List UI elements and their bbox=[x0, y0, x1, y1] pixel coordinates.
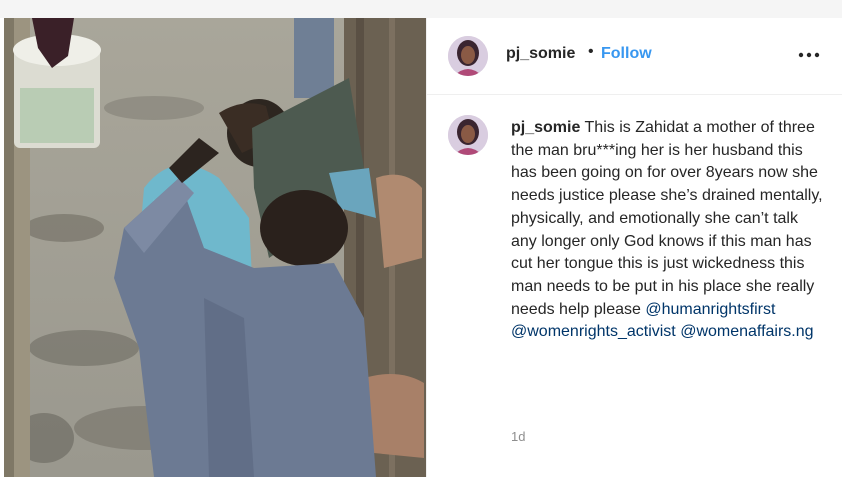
post-image[interactable] bbox=[4, 18, 426, 477]
mention-link[interactable]: @womenrights_activist bbox=[511, 323, 676, 340]
profile-photo-icon bbox=[448, 115, 488, 155]
post-photo bbox=[4, 18, 426, 477]
avatar[interactable] bbox=[448, 36, 488, 76]
browser-top-strip bbox=[0, 0, 842, 19]
post-caption: pj_somie This is Zahidat a mother of thr… bbox=[511, 117, 823, 344]
mention-link[interactable]: @humanrightsfirst bbox=[645, 301, 775, 318]
post-side-panel: pj_somie • Follow pj_somie This is Zahid… bbox=[426, 18, 842, 477]
more-options-icon[interactable] bbox=[796, 44, 822, 66]
mention-link[interactable]: @womenaffairs.ng bbox=[680, 323, 813, 340]
caption-username-link[interactable]: pj_somie bbox=[511, 119, 580, 136]
instagram-post: pj_somie • Follow pj_somie This is Zahid… bbox=[0, 18, 842, 477]
username-link[interactable]: pj_somie bbox=[506, 45, 575, 63]
separator-dot: • bbox=[588, 43, 594, 60]
post-timestamp[interactable]: 1d bbox=[511, 429, 525, 444]
follow-button[interactable]: Follow bbox=[601, 45, 652, 63]
profile-photo-icon bbox=[448, 36, 488, 76]
post-header: pj_somie • Follow bbox=[427, 18, 842, 95]
caption-text: This is Zahidat a mother of three the ma… bbox=[511, 119, 823, 318]
caption-avatar[interactable] bbox=[448, 115, 488, 155]
